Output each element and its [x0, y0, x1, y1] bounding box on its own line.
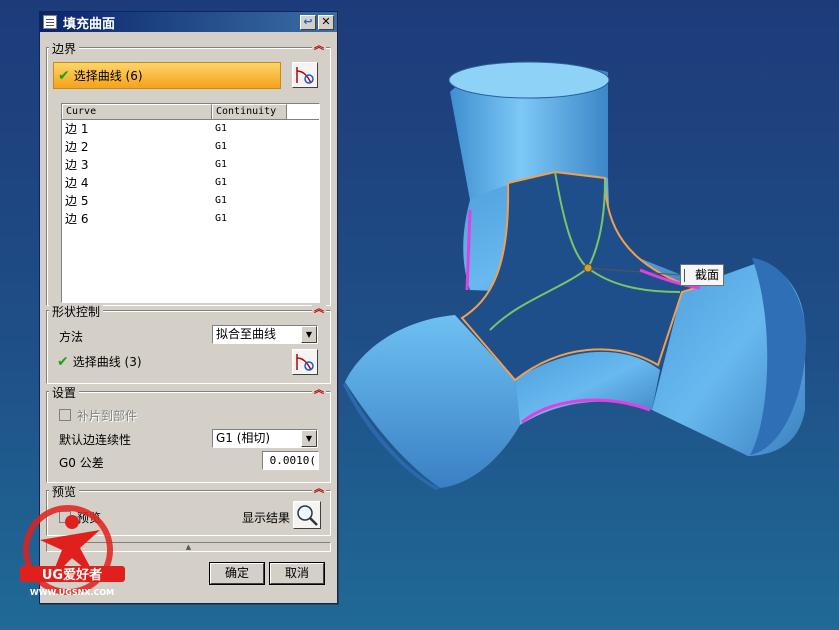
continuity-cell: G1: [215, 213, 228, 224]
g0-tolerance-label: G0 公差: [59, 456, 104, 470]
boundary-curve-list[interactable]: Curve Continuity 边 1 G1 边 2 G1 边 3 G1 边 4 G1…: [61, 103, 320, 303]
continuity-dropdown[interactable]: G1 (相切) ▼: [212, 429, 318, 448]
table-row[interactable]: 边 2 G1: [62, 138, 319, 156]
continuity-cell: G1: [215, 159, 228, 170]
column-header-continuity[interactable]: Continuity: [212, 104, 287, 119]
column-header-curve[interactable]: Curve: [62, 104, 212, 119]
show-result-label: 显示结果: [242, 511, 291, 525]
check-icon: ✔: [57, 353, 69, 370]
method-dropdown[interactable]: 拟合至曲线 ▼: [212, 325, 318, 344]
curve-cell: 边 4: [65, 176, 89, 190]
boundary-group-title: 边界: [49, 40, 80, 57]
table-row[interactable]: 边 3 G1: [62, 156, 319, 174]
continuity-cell: G1: [215, 141, 228, 152]
shape-select-curve-row[interactable]: ✔ 选择曲线 (3): [53, 348, 281, 375]
watermark-url: WWW.UGSNX.COM: [30, 588, 114, 597]
table-row[interactable]: 边 5 G1: [62, 192, 319, 210]
curve-cell: 边 3: [65, 158, 89, 172]
shape-control-title: 形状控制: [49, 303, 104, 320]
settings-title: 设置: [49, 384, 80, 401]
g0-tolerance-input[interactable]: 0.0010(: [262, 451, 319, 470]
curve-cell: 边 2: [65, 140, 89, 154]
settings-group: 设置 ︽ 补片到部件 默认边连续性 G1 (相切) ▼ G0 公差 0.0010…: [46, 384, 331, 483]
curve-cell: 边 6: [65, 212, 89, 226]
close-icon[interactable]: ✕: [318, 14, 334, 30]
curve-select-icon[interactable]: [292, 349, 318, 375]
magnifier-icon[interactable]: [293, 501, 321, 529]
chevron-down-icon[interactable]: ▼: [301, 326, 317, 343]
select-curve-row[interactable]: ✔ 选择曲线 (6): [53, 62, 281, 89]
shape-control-group: 形状控制 ︽ 方法 拟合至曲线 ▼ ✔ 选择曲线 (3): [46, 303, 331, 384]
table-row[interactable]: 边 1 G1: [62, 120, 319, 138]
watermark-brand: UG爱好者: [42, 567, 102, 583]
patch-to-part-checkbox[interactable]: [59, 409, 71, 421]
preview-title: 预览: [49, 483, 80, 500]
collapse-icon[interactable]: ︽: [312, 384, 326, 398]
continuity-cell: G1: [215, 123, 228, 134]
collapse-icon[interactable]: ︽: [312, 303, 326, 317]
dialog-menu-icon[interactable]: [43, 15, 57, 29]
table-row[interactable]: 边 4 G1: [62, 174, 319, 192]
chevron-down-icon[interactable]: ▼: [301, 430, 317, 447]
curve-cell: 边 5: [65, 194, 89, 208]
continuity-value: G1 (相切): [216, 431, 271, 445]
curve-select-icon[interactable]: [292, 62, 318, 88]
dialog-titlebar[interactable]: 填充曲面 ↩ ✕: [40, 12, 337, 32]
shape-select-curve-label: 选择曲线 (3): [72, 355, 142, 369]
table-row[interactable]: 边 6 G1: [62, 210, 319, 228]
continuity-cell: G1: [215, 195, 228, 206]
default-continuity-label: 默认边连续性: [59, 433, 132, 447]
section-tooltip: 截面: [680, 264, 724, 286]
method-label: 方法: [59, 330, 84, 344]
continuity-cell: G1: [215, 177, 228, 188]
collapse-icon[interactable]: ︽: [312, 40, 326, 54]
check-icon: ✔: [58, 67, 70, 84]
cancel-button[interactable]: 取消: [270, 563, 324, 584]
reset-icon[interactable]: ↩: [300, 14, 316, 30]
section-point[interactable]: [583, 263, 593, 273]
collapse-icon[interactable]: ︽: [312, 483, 326, 497]
watermark-logo: UG爱好者 WWW.UGSNX.COM: [20, 505, 125, 597]
dialog-title: 填充曲面: [63, 16, 116, 32]
curve-cell: 边 1: [65, 122, 89, 136]
select-curve-label: 选择曲线 (6): [73, 69, 143, 83]
patch-to-part-label: 补片到部件: [77, 409, 138, 423]
ok-button[interactable]: 确定: [210, 563, 264, 584]
method-value: 拟合至曲线: [216, 327, 277, 341]
